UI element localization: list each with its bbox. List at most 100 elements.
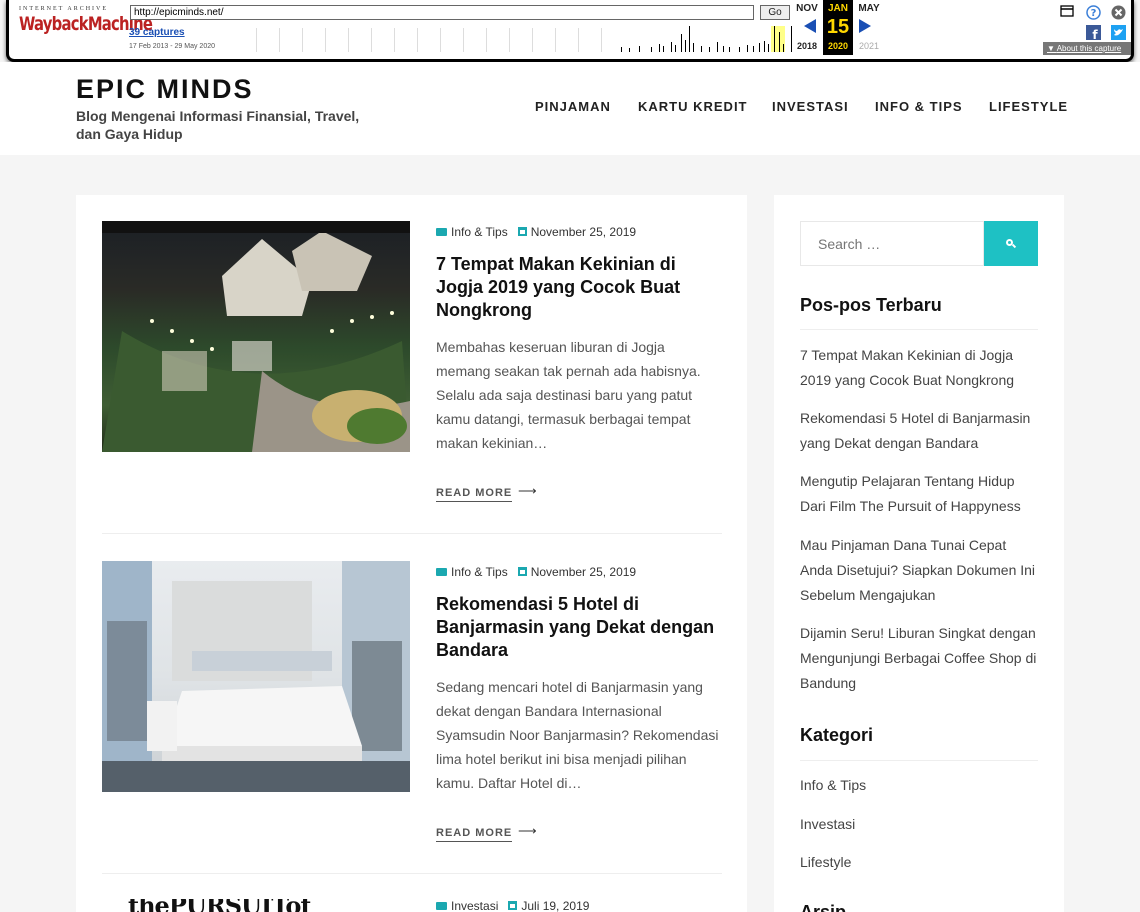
sparkline-year-separator (302, 28, 303, 52)
sparkline-year-separator (440, 28, 441, 52)
sparkline-year-separator (486, 28, 487, 52)
wayback-go-button[interactable]: Go (760, 5, 790, 20)
svg-text:?: ? (1091, 8, 1097, 19)
sparkline-tick (671, 42, 672, 52)
nav-item-pinjaman[interactable]: PINJAMAN (535, 99, 611, 114)
recent-post-link[interactable]: 7 Tempat Makan Kekinian di Jogja 2019 ya… (800, 343, 1040, 393)
facebook-icon[interactable]: f (1086, 25, 1101, 42)
post-title-link[interactable]: Rekomendasi 5 Hotel di Banjarmasin yang … (436, 593, 722, 662)
search-button[interactable] (984, 221, 1038, 266)
wayback-logo[interactable]: INTERNET ARCHIVE WaybackMachine (19, 6, 153, 35)
wayback-cur-month: JAN (827, 3, 848, 14)
wayback-url-input[interactable] (130, 5, 754, 20)
sparkline-year-separator (394, 28, 395, 52)
sparkline-tick (685, 40, 686, 52)
sparkline-tick (663, 46, 664, 52)
twitter-icon[interactable] (1111, 25, 1126, 40)
sparkline-tick (693, 43, 694, 52)
wayback-range: 17 Feb 2013 - 29 May 2020 (129, 43, 216, 50)
wayback-logo-main: WaybackMachine (19, 13, 153, 35)
post-title-link[interactable]: 7 Tempat Makan Kekinian di Jogja 2019 ya… (436, 253, 722, 322)
recent-post-link[interactable]: Mengutip Pelajaran Tentang Hidup Dari Fi… (800, 469, 1040, 519)
post-meta: Investasi Juli 19, 2019 (436, 899, 589, 912)
read-more-link[interactable]: READ MORE (436, 487, 513, 502)
widget-divider (800, 760, 1038, 761)
calendar-icon (517, 567, 527, 576)
sparkline-tick (753, 46, 754, 52)
post-date-link[interactable]: Juli 19, 2019 (521, 899, 589, 912)
sparkline-year-separator (532, 28, 533, 52)
wayback-prev-month[interactable]: NOV (792, 3, 822, 14)
wayback-cur-day: 15 (826, 16, 850, 38)
sparkline-tick (723, 46, 724, 52)
sparkline-year-separator (601, 28, 602, 52)
help-icon[interactable]: ? (1086, 5, 1101, 20)
sparkline-year-separator (463, 28, 464, 52)
about-capture-link[interactable]: ▼ About this capture (1043, 42, 1131, 55)
category-link[interactable]: Info & Tips (800, 773, 1040, 798)
post-category-link[interactable]: Investasi (451, 899, 498, 912)
site-branding: EPIC MINDS Blog Mengenai Informasi Finan… (76, 74, 376, 143)
post-thumbnail-text: thePURSUITof (128, 899, 311, 912)
widget-title-recent: Pos-pos Terbaru (800, 295, 942, 315)
post-date-link[interactable]: November 25, 2019 (531, 565, 636, 579)
search-icon-handle (1011, 243, 1017, 249)
wayback-toolbar: INTERNET ARCHIVE WaybackMachine Go 39 ca… (6, 0, 1134, 62)
post-thumbnail[interactable] (102, 221, 410, 452)
wayback-cur-year: 2020 (827, 41, 849, 51)
arrow-right-icon[interactable]: ⟶ (518, 483, 537, 499)
post-thumbnail[interactable]: thePURSUITof (102, 899, 410, 912)
sparkline-tick (709, 47, 710, 52)
sparkline-year-separator (371, 28, 372, 52)
widget-divider (800, 329, 1038, 330)
sparkline-tick (701, 46, 702, 52)
nav-item-investasi[interactable]: INVESTASI (772, 99, 849, 114)
site-title[interactable]: EPIC MINDS (76, 74, 376, 105)
widget-title-archive: Arsip (800, 902, 847, 912)
wayback-logo-top: INTERNET ARCHIVE (19, 6, 109, 12)
sparkline-year-separator (256, 28, 257, 52)
calendar-toggle-icon[interactable] (1059, 5, 1074, 20)
category-link[interactable]: Lifestyle (800, 850, 1040, 875)
sparkline-year-separator (509, 28, 510, 52)
sparkline-year-separator (348, 28, 349, 52)
sidebar: Pos-pos Terbaru 7 Tempat Makan Kekinian … (774, 195, 1064, 912)
wayback-next-year: 2021 (858, 41, 880, 51)
post-card: thePURSUITof Investasi Juli 19, 2019 (102, 899, 722, 912)
wayback-prev-year[interactable]: 2018 (792, 41, 822, 51)
sparkline-tick (774, 26, 775, 52)
sparkline-tick (629, 48, 630, 52)
sparkline-year-separator (325, 28, 326, 52)
post-category-link[interactable]: Info & Tips (451, 565, 508, 579)
post-meta: Info & Tips November 25, 2019 (436, 225, 636, 239)
sparkline-year-separator (578, 28, 579, 52)
read-more-link[interactable]: READ MORE (436, 827, 513, 842)
post-thumbnail[interactable] (102, 561, 410, 792)
nav-item-lifestyle[interactable]: LIFESTYLE (989, 99, 1068, 114)
wayback-next-month[interactable]: MAY (854, 3, 884, 14)
post-list: Info & Tips November 25, 2019 7 Tempat Ma… (76, 195, 747, 912)
post-category-link[interactable]: Info & Tips (451, 225, 508, 239)
nav-item-kartu-kredit[interactable]: KARTU KREDIT (638, 99, 748, 114)
post-divider (102, 533, 722, 534)
next-capture-arrow-icon[interactable] (859, 19, 871, 33)
nav-item-info-tips[interactable]: INFO & TIPS (875, 99, 963, 114)
post-date-link[interactable]: November 25, 2019 (531, 225, 636, 239)
sparkline-tick (639, 46, 640, 52)
sparkline-tick (783, 44, 784, 52)
post-meta: Info & Tips November 25, 2019 (436, 565, 636, 579)
prev-capture-arrow-icon[interactable] (804, 19, 816, 33)
arrow-right-icon[interactable]: ⟶ (518, 823, 537, 839)
close-icon[interactable] (1111, 5, 1126, 20)
sparkline-year-separator (279, 28, 280, 52)
post-excerpt: Sedang mencari hotel di Banjarmasin yang… (436, 679, 719, 791)
recent-post-link[interactable]: Mau Pinjaman Dana Tunai Cepat Anda Diset… (800, 533, 1040, 608)
wayback-captures-link[interactable]: 39 captures (129, 27, 185, 38)
wayback-sparkline[interactable] (231, 24, 792, 52)
recent-post-link[interactable]: Rekomendasi 5 Hotel di Banjarmasin yang … (800, 406, 1040, 456)
category-link[interactable]: Investasi (800, 812, 1040, 837)
recent-post-link[interactable]: Dijamin Seru! Liburan Singkat dengan Men… (800, 621, 1040, 696)
sparkline-tick (717, 42, 718, 52)
search-input[interactable] (800, 221, 984, 266)
folder-icon (436, 228, 447, 236)
